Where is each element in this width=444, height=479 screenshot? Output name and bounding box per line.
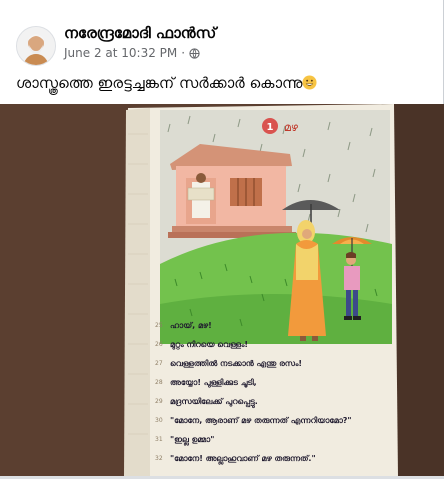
- line-number: 31: [155, 436, 163, 443]
- textbook-line: മുറ്റം നിറയെ വെള്ളം!: [170, 339, 248, 350]
- line-number: 32: [155, 455, 163, 462]
- lesson-number: 1: [267, 122, 274, 133]
- textbook-line: അയ്യോ! പുള്ളിക്കുട ചൂടി,: [170, 377, 257, 388]
- page-name-link[interactable]: നരേന്ദ്രമോദി ഫാൻസ്: [64, 24, 216, 42]
- post-photo[interactable]: 1 മഴ 25 26 27 28 29 30 31 32 ഹായ്, മഴ! മ…: [0, 104, 444, 477]
- line-number: 25: [155, 322, 163, 329]
- post-message: ശാസ്ത്രത്തെ ഇരട്ടച്ചങ്കന് സർക്കാർ കൊന്നു: [16, 74, 318, 92]
- meta-separator: ·: [181, 46, 186, 60]
- textbook-line: വെള്ളത്തിൽ നടക്കാൻ എന്തു രസം!: [170, 358, 302, 369]
- facebook-post: നരേന്ദ്രമോദി ഫാൻസ് June 2 at 10:32 PM · …: [0, 0, 444, 479]
- textbook-page-image: 1 മഴ 25 26 27 28 29 30 31 32 ഹായ്, മഴ! മ…: [0, 104, 444, 477]
- line-number: 28: [155, 379, 163, 386]
- page-avatar[interactable]: [16, 26, 56, 66]
- lesson-title: മഴ: [284, 121, 299, 134]
- profile-photo-icon: [17, 27, 55, 65]
- grinning-face-emoji-icon: [302, 75, 318, 90]
- post-timestamp[interactable]: June 2 at 10:32 PM: [64, 46, 177, 60]
- textbook-line: "മോനേ, ആരാണ് മഴ തരുന്നത് എന്നറിയാമോ?": [170, 415, 352, 426]
- line-number: 26: [155, 341, 163, 348]
- line-number: 30: [155, 417, 163, 424]
- textbook-line: ഹായ്, മഴ!: [170, 321, 212, 330]
- line-number: 27: [155, 360, 163, 367]
- post-message-text: ശാസ്ത്രത്തെ ഇരട്ടച്ചങ്കന് സർക്കാർ കൊന്നു: [16, 74, 303, 92]
- globe-icon[interactable]: [189, 47, 200, 59]
- post-meta: June 2 at 10:32 PM ·: [64, 46, 200, 60]
- line-number: 29: [155, 398, 163, 405]
